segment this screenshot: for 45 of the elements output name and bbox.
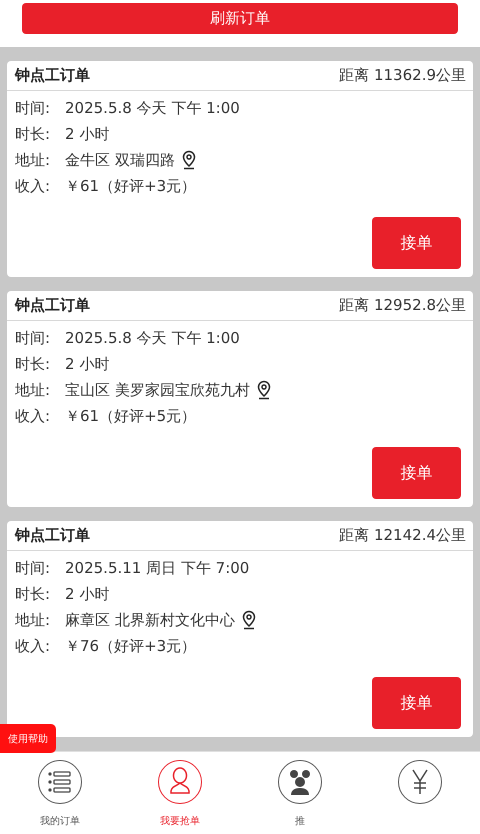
field-label: 地址: (15, 150, 52, 170)
list-icon[interactable] (37, 759, 83, 805)
person-icon[interactable] (157, 759, 203, 805)
field-label: 收入: (15, 176, 52, 196)
field-label: 时间: (15, 558, 52, 578)
location-pin-icon[interactable] (180, 150, 197, 170)
field-value: 2025.5.8 今天 下午 1:00 (65, 328, 240, 348)
field-label: 地址: (15, 380, 52, 400)
location-pin-icon[interactable] (240, 610, 257, 630)
order-title: 钟点工订单 (15, 296, 90, 315)
field-value: 麻章区 北界新村文化中心 (65, 610, 235, 630)
field-label: 时长: (15, 354, 52, 374)
order-title: 钟点工订单 (15, 66, 90, 85)
distance-text: 距离 12142.4公里 (339, 526, 466, 545)
order-title: 钟点工订单 (15, 526, 90, 545)
field-label: 时间: (15, 98, 52, 118)
field-value: 2 小时 (65, 354, 110, 374)
nav-label[interactable]: 我要抢单 (160, 814, 200, 828)
group-icon[interactable] (277, 759, 323, 805)
accept-order-button[interactable]: 接单 (372, 217, 461, 269)
help-badge[interactable]: 使用帮助 (0, 724, 56, 753)
refresh-button[interactable]: 刷新订单 (22, 3, 458, 34)
yen-icon[interactable] (397, 759, 443, 805)
field-label: 收入: (15, 636, 52, 656)
field-value: ￥61（好评+5元） (65, 406, 196, 426)
field-value: ￥61（好评+3元） (65, 176, 196, 196)
field-value: 2025.5.11 周日 下午 7:00 (65, 558, 250, 578)
distance-text: 距离 11362.9公里 (339, 66, 466, 85)
field-value: 金牛区 双瑞四路 (65, 150, 175, 170)
accept-order-button[interactable]: 接单 (372, 677, 461, 729)
distance-text: 距离 12952.8公里 (339, 296, 466, 315)
accept-order-button[interactable]: 接单 (372, 447, 461, 499)
field-value: ￥76（好评+3元） (65, 636, 196, 656)
field-label: 时长: (15, 124, 52, 144)
field-label: 地址: (15, 610, 52, 630)
field-label: 时间: (15, 328, 52, 348)
field-label: 收入: (15, 406, 52, 426)
field-label: 时长: (15, 584, 52, 604)
location-pin-icon[interactable] (256, 380, 272, 400)
nav-label[interactable]: 我的订单 (40, 814, 80, 828)
field-value: 2 小时 (65, 124, 110, 144)
nav-label[interactable]: 推 (295, 814, 305, 828)
field-value: 宝山区 美罗家园宝欣苑九村 (65, 380, 250, 400)
field-value: 2 小时 (65, 584, 110, 604)
field-value: 2025.5.8 今天 下午 1:00 (65, 98, 240, 118)
